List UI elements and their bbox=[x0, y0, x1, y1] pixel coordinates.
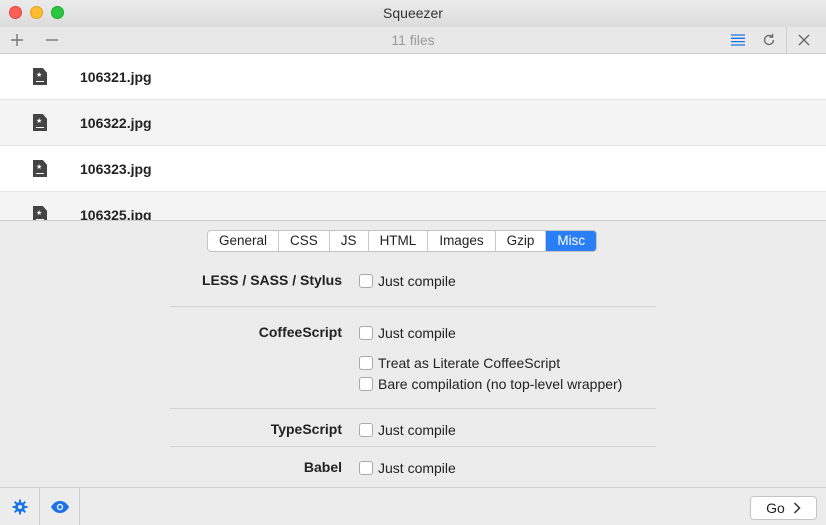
option-label: Just compile bbox=[378, 273, 456, 289]
tab-gzip[interactable]: Gzip bbox=[496, 231, 547, 251]
remove-file-button[interactable] bbox=[40, 27, 64, 54]
option-label: Bare compilation (no top-level wrapper) bbox=[378, 376, 623, 392]
clear-list-button[interactable] bbox=[792, 27, 816, 54]
option-label: Treat as Literate CoffeeScript bbox=[378, 355, 561, 371]
section-label: CoffeeScript bbox=[258, 324, 342, 340]
literate-coffeescript-checkbox[interactable] bbox=[359, 356, 373, 370]
image-file-icon bbox=[33, 206, 47, 220]
plus-icon bbox=[11, 34, 23, 46]
refresh-icon bbox=[763, 33, 775, 46]
eye-icon bbox=[50, 501, 69, 513]
less-sass-stylus-section: LESS / SASS / Stylus Just compile bbox=[170, 262, 656, 307]
file-name: 106322.jpg bbox=[80, 114, 152, 131]
section-label: Babel bbox=[303, 459, 342, 475]
toolbar-separator bbox=[786, 27, 787, 54]
file-name: 106321.jpg bbox=[80, 68, 152, 85]
settings-tab-bar: General CSS JS HTML Images Gzip Misc bbox=[207, 230, 598, 252]
option-label: Just compile bbox=[378, 422, 456, 438]
section-label: TypeScript bbox=[270, 421, 342, 437]
file-row[interactable]: 106323.jpg bbox=[0, 146, 826, 192]
settings-button[interactable] bbox=[0, 488, 40, 525]
option-label: Just compile bbox=[378, 460, 456, 476]
babel-section: Babel Just compile bbox=[170, 447, 656, 485]
tab-js[interactable]: JS bbox=[330, 231, 369, 251]
bottom-bar: Go bbox=[0, 487, 826, 525]
tab-html[interactable]: HTML bbox=[369, 231, 429, 251]
tab-css[interactable]: CSS bbox=[279, 231, 330, 251]
babel-just-compile-option[interactable]: Just compile bbox=[359, 460, 456, 476]
title-bar: Squeezer bbox=[0, 0, 826, 27]
less-just-compile-checkbox[interactable] bbox=[359, 274, 373, 288]
files-count: 11 files bbox=[391, 32, 435, 48]
squeezer-window: Squeezer 11 files 106321.jpg 106322.jpg bbox=[0, 0, 826, 525]
window-title: Squeezer bbox=[383, 5, 443, 21]
gear-icon bbox=[12, 499, 27, 515]
toolbar: 11 files bbox=[0, 27, 826, 54]
coffeescript-section: CoffeeScript Just compile Treat as Liter… bbox=[170, 307, 656, 409]
file-list[interactable]: 106321.jpg 106322.jpg 106323.jpg 106325.… bbox=[0, 54, 826, 221]
add-file-button[interactable] bbox=[5, 27, 29, 54]
file-name: 106323.jpg bbox=[80, 160, 152, 177]
coffee-just-compile-checkbox[interactable] bbox=[359, 326, 373, 340]
tab-misc[interactable]: Misc bbox=[546, 231, 597, 251]
tab-general[interactable]: General bbox=[208, 231, 280, 251]
misc-settings-panel: LESS / SASS / Stylus Just compile Coffee… bbox=[170, 262, 656, 485]
bare-compilation-checkbox[interactable] bbox=[359, 377, 373, 391]
tab-images[interactable]: Images bbox=[428, 231, 496, 251]
close-icon bbox=[798, 34, 810, 46]
less-just-compile-option[interactable]: Just compile bbox=[359, 273, 456, 289]
coffee-just-compile-option[interactable]: Just compile bbox=[359, 325, 456, 341]
preview-button[interactable] bbox=[40, 488, 80, 525]
typescript-just-compile-option[interactable]: Just compile bbox=[359, 422, 456, 438]
babel-just-compile-checkbox[interactable] bbox=[359, 461, 373, 475]
section-label: LESS / SASS / Stylus bbox=[201, 272, 342, 288]
chevron-right-icon bbox=[793, 502, 801, 514]
file-row[interactable]: 106321.jpg bbox=[0, 54, 826, 100]
refresh-button[interactable] bbox=[757, 27, 781, 54]
file-name: 106325.jpg bbox=[80, 206, 152, 221]
image-file-icon bbox=[33, 68, 47, 85]
go-button[interactable]: Go bbox=[750, 496, 817, 520]
typescript-section: TypeScript Just compile bbox=[170, 409, 656, 447]
option-label: Just compile bbox=[378, 325, 456, 341]
close-window-button[interactable] bbox=[9, 6, 22, 19]
zoom-window-button[interactable] bbox=[51, 6, 64, 19]
list-icon bbox=[731, 34, 745, 46]
bare-compilation-option[interactable]: Bare compilation (no top-level wrapper) bbox=[359, 376, 622, 392]
minimize-window-button[interactable] bbox=[30, 6, 43, 19]
list-view-button[interactable] bbox=[726, 27, 750, 54]
file-row[interactable]: 106322.jpg bbox=[0, 100, 826, 146]
file-row[interactable]: 106325.jpg bbox=[0, 192, 826, 221]
typescript-just-compile-checkbox[interactable] bbox=[359, 423, 373, 437]
image-file-icon bbox=[33, 160, 47, 177]
go-button-label: Go bbox=[766, 500, 785, 516]
minus-icon bbox=[46, 39, 58, 41]
literate-coffeescript-option[interactable]: Treat as Literate CoffeeScript bbox=[359, 355, 560, 371]
image-file-icon bbox=[33, 114, 47, 131]
